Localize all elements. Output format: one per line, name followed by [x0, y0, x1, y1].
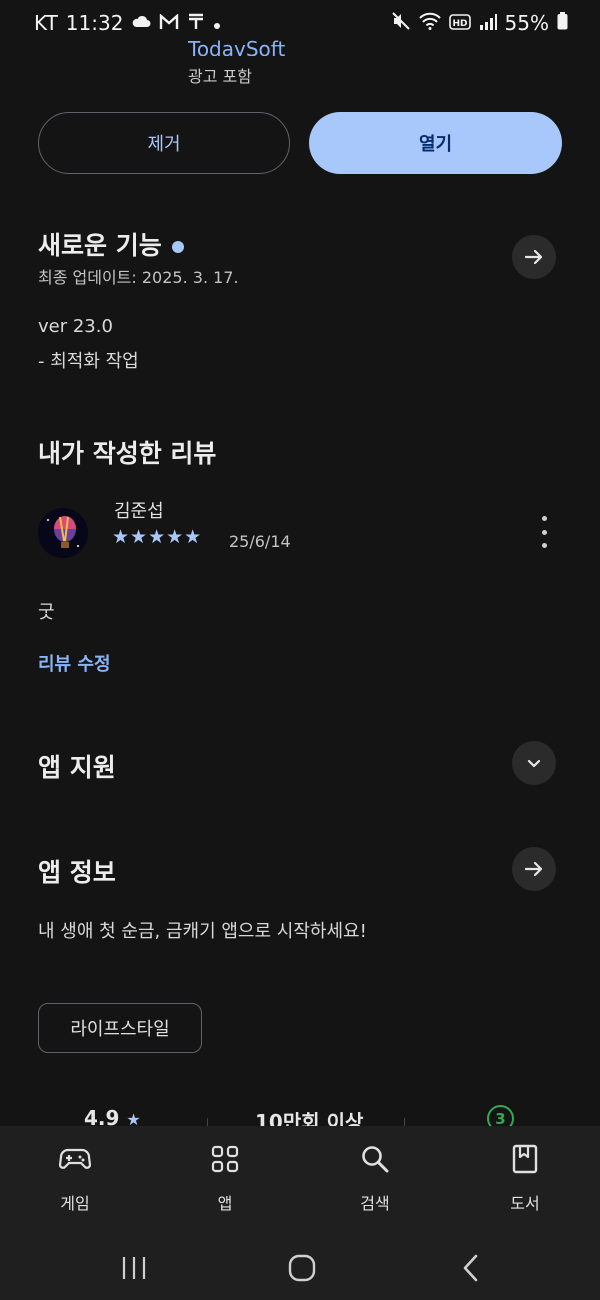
search-icon: [358, 1142, 392, 1176]
status-left: KT 11:32: [34, 11, 221, 35]
avatar: [38, 508, 88, 558]
recent-apps-icon: [122, 1257, 146, 1279]
hd-icon: HD: [448, 11, 471, 35]
home-icon: [288, 1254, 316, 1282]
app-details-page: KT 11:32 HD 55% TodaySoft 광고 포함 제거 열기 새로…: [0, 0, 600, 1300]
back-button[interactable]: [451, 1250, 491, 1286]
status-right: HD 55%: [391, 11, 568, 35]
whats-new-title-text: 새로운 기능: [38, 231, 162, 260]
gamepad-icon: [58, 1142, 92, 1176]
ad-note: 광고 포함: [188, 67, 252, 86]
battery-icon: [557, 11, 568, 35]
stat-rating: 4.9 ★: [84, 1106, 141, 1128]
release-notes: - 최적화 작업: [38, 351, 139, 372]
home-button[interactable]: [282, 1250, 322, 1286]
nav-item-games[interactable]: 게임: [15, 1126, 135, 1236]
clock: 11:32: [65, 11, 124, 35]
app-info-arrow-button[interactable]: [512, 847, 556, 891]
recent-apps-button[interactable]: [114, 1250, 154, 1286]
mute-icon: [391, 11, 411, 35]
rating-value: 4.9: [84, 1106, 120, 1128]
battery-percent: 55%: [504, 11, 549, 35]
whats-new-title: 새로운 기능: [38, 226, 184, 262]
status-bar: KT 11:32 HD 55%: [0, 0, 600, 46]
edit-review-link[interactable]: 리뷰 수정: [38, 650, 111, 676]
arrow-right-icon: [524, 861, 543, 877]
nav-item-search[interactable]: 검색: [315, 1126, 435, 1236]
tmap-icon: [187, 11, 205, 35]
nav-item-books[interactable]: 도서: [465, 1126, 585, 1236]
carrier-label: KT: [34, 11, 58, 35]
category-chip[interactable]: 라이프스타일: [38, 1003, 202, 1053]
whats-new-arrow-button[interactable]: [512, 235, 556, 279]
back-icon: [463, 1254, 478, 1282]
dot-icon: [213, 11, 221, 35]
app-info-title: 앱 정보: [38, 858, 116, 887]
apps-grid-icon: [208, 1142, 242, 1176]
stat-downloads: 10만회 이상: [255, 1110, 364, 1128]
nav-label-games: 게임: [60, 1194, 90, 1213]
app-support-title: 앱 지원: [38, 753, 116, 782]
arrow-right-icon: [524, 249, 543, 265]
new-indicator-dot: [171, 241, 184, 253]
nav-label-search: 검색: [360, 1194, 390, 1213]
cloud-icon: [131, 13, 151, 33]
chevron-down-icon: [527, 759, 541, 768]
bottom-nav: 게임 앱 검색 도서: [0, 1126, 600, 1236]
svg-text:HD: HD: [452, 19, 467, 29]
nav-item-apps[interactable]: 앱: [165, 1126, 285, 1236]
app-description: 내 생애 첫 순금, 금캐기 앱으로 시작하세요!: [38, 921, 367, 942]
app-support-expand-button[interactable]: [512, 741, 556, 785]
remove-button[interactable]: 제거: [38, 112, 290, 174]
my-review-title: 내가 작성한 리뷰: [38, 439, 217, 468]
age-rating-badge: 3: [487, 1105, 514, 1128]
book-icon: [508, 1142, 542, 1176]
signal-icon: [479, 11, 497, 35]
version-text: ver 23.0: [38, 316, 113, 337]
open-button[interactable]: 열기: [309, 112, 562, 174]
review-text: 굿: [38, 602, 55, 623]
developer-link[interactable]: TodaySoft: [188, 34, 285, 56]
star-rating: ★★★★★: [112, 526, 203, 548]
reviewer-name: 김준섭: [114, 501, 164, 522]
stats-row: 4.9 ★ 10만회 이상 3: [0, 1100, 600, 1128]
review-date: 25/6/14: [229, 532, 291, 551]
gmail-icon: [159, 11, 179, 35]
nav-label-books: 도서: [510, 1194, 540, 1213]
last-updated: 최종 업데이트: 2025. 3. 17.: [38, 268, 239, 287]
system-nav-bar: [0, 1236, 600, 1300]
nav-label-apps: 앱: [217, 1194, 233, 1213]
more-options-icon[interactable]: [532, 516, 556, 548]
wifi-icon: [418, 11, 441, 35]
